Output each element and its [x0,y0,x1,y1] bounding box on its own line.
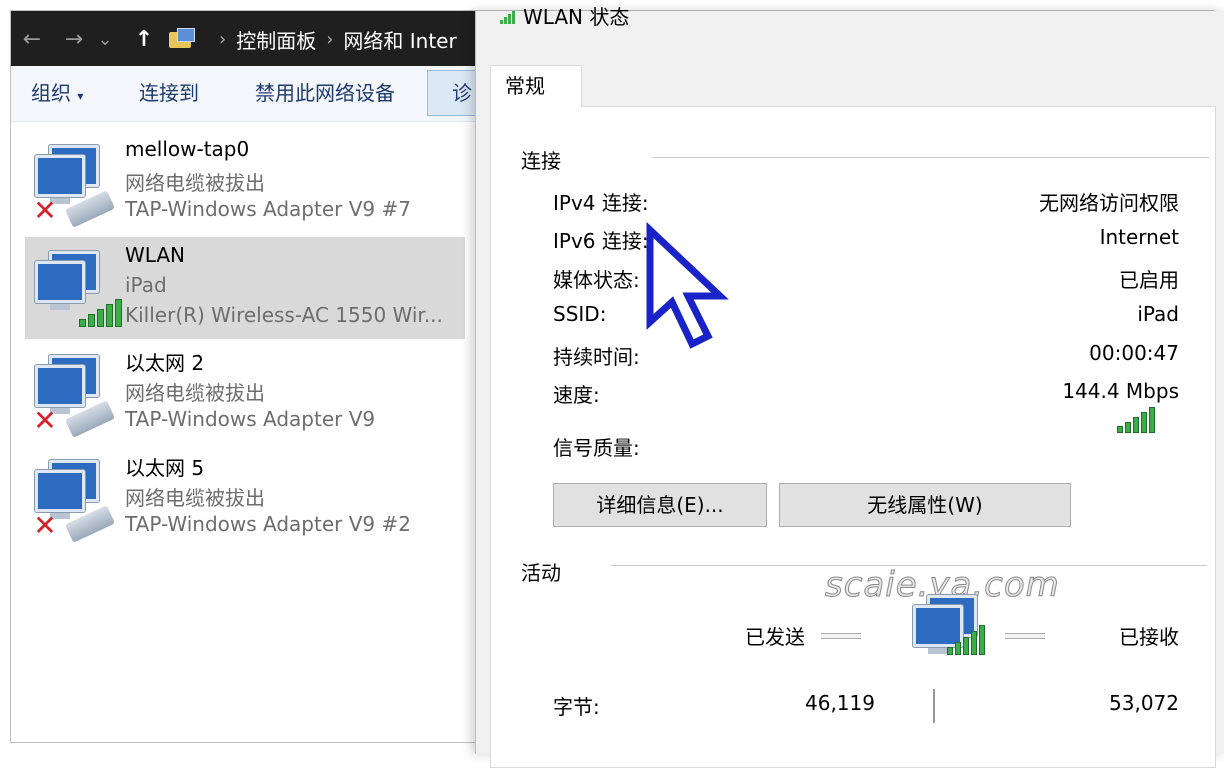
organize-label: 组织 [31,81,71,105]
tab-general[interactable]: 常规 [490,65,582,107]
caret-down-icon: ▾ [77,89,84,103]
adapter-status: 网络电缆被拔出 [125,381,265,405]
adapter-device: Killer(R) Wireless-AC 1550 Wir... [125,303,443,327]
ipv6-value: Internet [1099,225,1179,249]
back-arrow-icon: ← [22,26,42,52]
network-adapter-icon: ✕ [31,141,116,228]
sent-line [821,633,861,639]
forward-button[interactable]: → [57,21,91,57]
details-button[interactable]: 详细信息(E)... [553,483,767,527]
signal-quality-bars-icon [1117,407,1155,433]
ipv4-value: 无网络访问权限 [1039,191,1179,215]
back-button[interactable]: ← [15,21,49,57]
dialog-title: WLAN 状态 [500,1,629,30]
signal-bars-icon [79,297,122,327]
speed-value: 144.4 Mbps [1062,379,1179,403]
ssid-label: SSID: [553,302,607,326]
connect-to-button[interactable]: 连接到 [139,78,199,108]
connection-group-heading: 连接 [521,149,561,173]
adapter-item-ethernet-2[interactable]: ✕ 以太网 2 网络电缆被拔出 TAP-Windows Adapter V9 [25,341,465,443]
organize-button[interactable]: 组织 ▾ [31,78,83,108]
adapter-name: 以太网 2 [125,351,205,375]
ssid-value: iPad [1137,302,1179,326]
sent-label: 已发送 [745,625,805,649]
breadcrumb-separator-icon: › [326,28,334,50]
ipv6-label: IPv6 连接: [553,229,649,253]
bytes-label: 字节: [553,695,600,719]
adapter-device: TAP-Windows Adapter V9 [125,407,376,431]
duration-value: 00:00:47 [1089,341,1179,365]
duration-label: 持续时间: [553,345,640,369]
forward-arrow-icon: → [64,26,84,52]
recent-locations-button[interactable]: ⌄ [93,21,117,57]
ipv4-label: IPv4 连接: [553,191,649,215]
wireless-properties-button[interactable]: 无线属性(W) [779,483,1071,527]
adapter-status: 网络电缆被拔出 [125,171,265,195]
control-panel-icon [169,28,195,50]
network-adapter-icon: ✕ [31,351,116,438]
wlan-status-dialog: WLAN 状态 常规 连接 IPv4 连接: 无网络访问权限 IPv6 连接: … [475,5,1224,768]
received-line [1005,633,1045,639]
breadcrumb-item-network[interactable]: 网络和 Inter [343,25,456,54]
wlan-signal-icon [500,8,515,24]
disconnected-x-icon: ✕ [33,404,57,437]
adapter-device: TAP-Windows Adapter V9 #2 [125,512,411,536]
dialog-title-text: WLAN 状态 [523,5,630,29]
breadcrumb-separator-icon: › [219,28,227,50]
bytes-sent-value: 46,119 [805,691,875,715]
explorer-window: ← → ⌄ ↑ › 控制面板 › 网络和 Inter 组织 ▾ 连接到 禁用此网… [10,5,1224,768]
up-button[interactable]: ↑ [127,21,161,57]
adapter-name: 以太网 5 [125,456,205,480]
received-label: 已接收 [1119,625,1179,649]
divider [653,157,1209,158]
activity-divider [933,689,935,723]
up-arrow-icon: ↑ [134,26,154,52]
adapter-item-ethernet-5[interactable]: ✕ 以太网 5 网络电缆被拔出 TAP-Windows Adapter V9 #… [25,446,465,548]
breadcrumb[interactable]: › 控制面板 › 网络和 Inter [169,19,457,59]
disconnected-x-icon: ✕ [33,509,57,542]
media-state-value: 已启用 [1119,268,1179,292]
adapter-name: WLAN [125,243,186,267]
wireless-adapter-icon [31,247,122,331]
adapter-status: 网络电缆被拔出 [125,486,265,510]
bytes-received-value: 53,072 [1109,691,1179,715]
network-adapter-icon: ✕ [31,456,116,543]
disconnected-x-icon: ✕ [33,194,57,227]
adapter-name: mellow-tap0 [125,137,250,161]
activity-computer-icon [905,595,987,667]
media-state-label: 媒体状态: [553,268,640,292]
speed-label: 速度: [553,383,600,407]
activity-group-heading: 活动 [521,561,561,585]
breadcrumb-item-control-panel[interactable]: 控制面板 [236,25,316,54]
signal-quality-label: 信号质量: [553,436,640,460]
disable-device-button[interactable]: 禁用此网络设备 [255,78,395,108]
mouse-cursor-icon [646,222,729,349]
general-tab-panel: 连接 IPv4 连接: 无网络访问权限 IPv6 连接: Internet 媒体… [490,106,1216,768]
chevron-down-icon: ⌄ [97,28,113,50]
adapter-item-wlan[interactable]: WLAN iPad Killer(R) Wireless-AC 1550 Wir… [25,237,465,339]
adapter-status: iPad [125,273,167,297]
adapter-device: TAP-Windows Adapter V9 #7 [125,197,411,221]
adapter-item-mellow-tap0[interactable]: ✕ mellow-tap0 网络电缆被拔出 TAP-Windows Adapte… [25,131,465,233]
